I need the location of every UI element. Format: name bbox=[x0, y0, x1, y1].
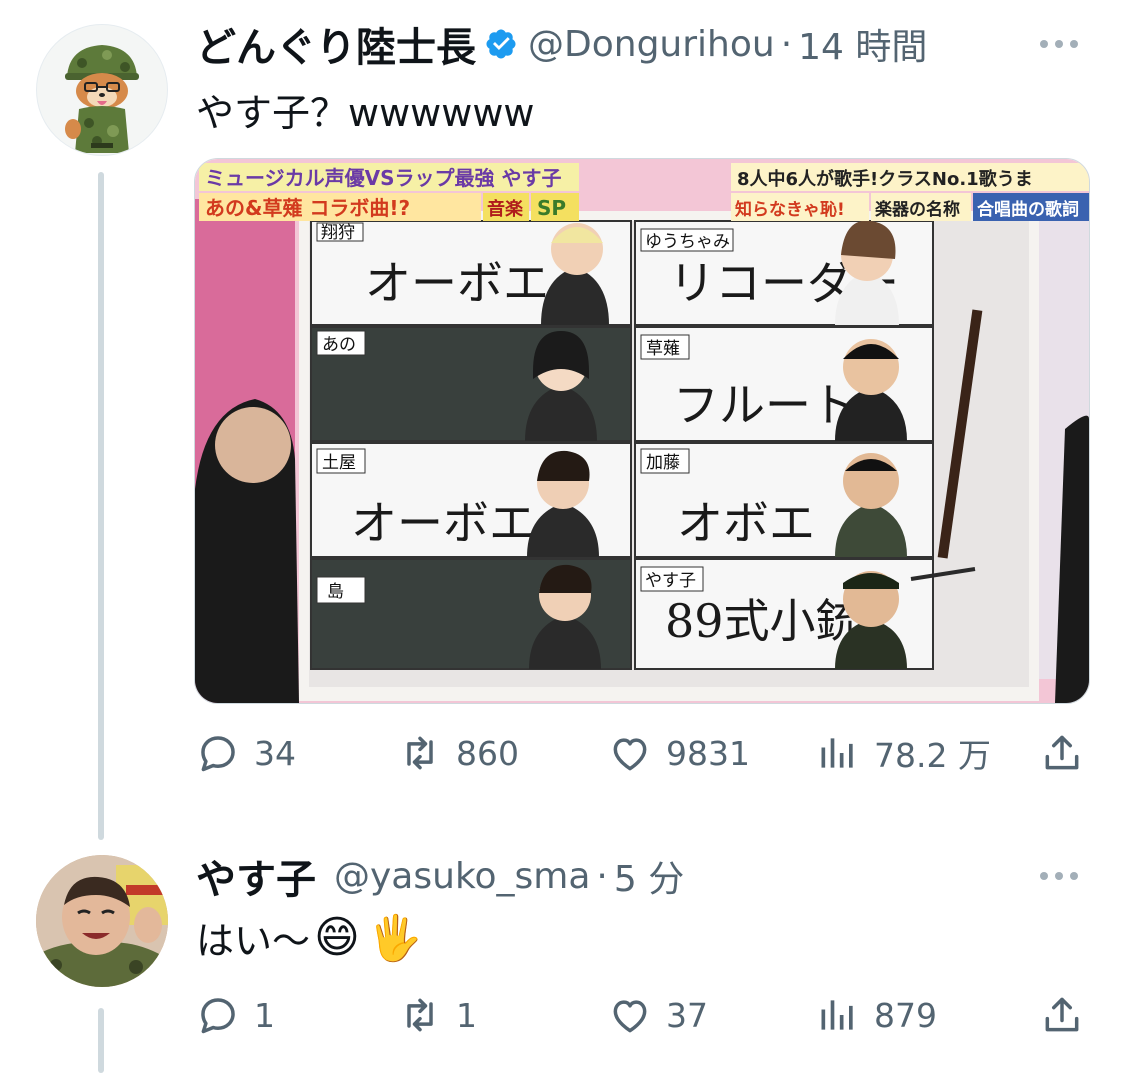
thread-line-1 bbox=[98, 172, 104, 840]
user-handle[interactable]: @Dongurihou bbox=[528, 24, 775, 65]
board-answer: オーボエ bbox=[365, 256, 549, 310]
board-label: やす子 bbox=[645, 571, 696, 591]
avatar-dongurihou[interactable] bbox=[36, 24, 168, 156]
user-handle[interactable]: @yasuko_sma bbox=[334, 856, 590, 897]
tv-banner-text: ミュージカル声優VSラップ最強 やす子 bbox=[205, 166, 561, 190]
separator-dot: · bbox=[596, 855, 608, 897]
board-label: 土屋 bbox=[322, 453, 356, 473]
board-label: あの bbox=[322, 335, 356, 355]
tweet-1-actions: 34 860 9831 78.2 万 bbox=[196, 728, 1088, 778]
tweet-text: やす子？wwwwww bbox=[196, 91, 535, 135]
like-button[interactable]: 9831 bbox=[608, 728, 750, 778]
tv-banner-text: 楽器の名称 bbox=[875, 199, 960, 220]
share-button[interactable] bbox=[1040, 728, 1084, 778]
tv-banner-text: 音楽 bbox=[487, 198, 524, 220]
board-label: 翔狩 bbox=[321, 223, 355, 243]
more-icon[interactable] bbox=[1040, 872, 1078, 880]
board-answer: オーボエ bbox=[351, 496, 535, 550]
tv-banner-text: 知らなきゃ恥! bbox=[734, 199, 845, 220]
views-button[interactable]: 78.2 万 bbox=[816, 728, 991, 778]
views-icon bbox=[821, 738, 853, 768]
retweet-button[interactable]: 1 bbox=[398, 990, 477, 1040]
board-label: ゆうちゃみ bbox=[645, 232, 730, 252]
board-label: 島 bbox=[327, 582, 344, 602]
views-button[interactable]: 879 bbox=[816, 990, 937, 1040]
display-name[interactable]: やす子 bbox=[196, 847, 316, 905]
tweet-1-header: どんぐり陸士長 @Dongurihou · 14 時間 bbox=[196, 16, 927, 72]
raised-hand-emoji: 🖐 bbox=[367, 912, 423, 964]
tv-banner-text: SP bbox=[537, 196, 566, 220]
like-button[interactable]: 37 bbox=[608, 990, 708, 1040]
tv-banner-text: あの&草薙 コラボ曲!? bbox=[205, 196, 410, 220]
share-button[interactable] bbox=[1040, 990, 1084, 1040]
more-icon[interactable] bbox=[1040, 40, 1078, 48]
reply-button[interactable]: 34 bbox=[196, 728, 296, 778]
reply-icon bbox=[201, 998, 235, 1034]
separator-dot: · bbox=[780, 23, 793, 65]
views-icon bbox=[821, 1000, 853, 1030]
reply-icon bbox=[201, 736, 235, 772]
share-icon bbox=[1045, 997, 1079, 1032]
tweet-2-header: やす子 @yasuko_sma · 5 分 bbox=[196, 848, 684, 904]
reply-text: はい〜 bbox=[196, 919, 311, 963]
verified-badge-icon bbox=[486, 29, 516, 59]
reply-button[interactable]: 1 bbox=[196, 990, 275, 1040]
timestamp[interactable]: 14 時間 bbox=[798, 18, 927, 70]
share-icon bbox=[1045, 735, 1079, 770]
grinning-emoji: 😄 bbox=[314, 912, 360, 963]
avatar-yasuko[interactable] bbox=[36, 855, 168, 987]
retweet-icon bbox=[407, 736, 433, 770]
board-label: 加藤 bbox=[646, 453, 680, 473]
board-answer: オボエ bbox=[677, 496, 815, 550]
like-icon bbox=[613, 1000, 647, 1033]
tweet-text: はい〜 😄 🖐 bbox=[196, 910, 423, 965]
tv-banner-text: 合唱曲の歌詞 bbox=[977, 199, 1079, 220]
thread-line-2 bbox=[98, 1008, 104, 1073]
retweet-button[interactable]: 860 bbox=[398, 728, 519, 778]
like-icon bbox=[613, 738, 647, 771]
retweet-icon bbox=[407, 998, 433, 1032]
timestamp[interactable]: 5 分 bbox=[614, 850, 684, 902]
display-name[interactable]: どんぐり陸士長 bbox=[196, 15, 476, 73]
board-answer: 89式小銃 bbox=[665, 594, 862, 648]
tweet-media-image[interactable]: 翔狩 ゆうちゃみ あの 草薙 土屋 加藤 島 やす子 オーボエ リコーダー フル… bbox=[194, 158, 1090, 704]
tweet-2-actions: 1 1 37 879 bbox=[196, 990, 1088, 1040]
tv-banner-text: 8人中6人が歌手!クラスNo.1歌うま bbox=[737, 168, 1033, 190]
board-answer: フルート bbox=[673, 378, 857, 432]
board-label: 草薙 bbox=[646, 339, 680, 359]
